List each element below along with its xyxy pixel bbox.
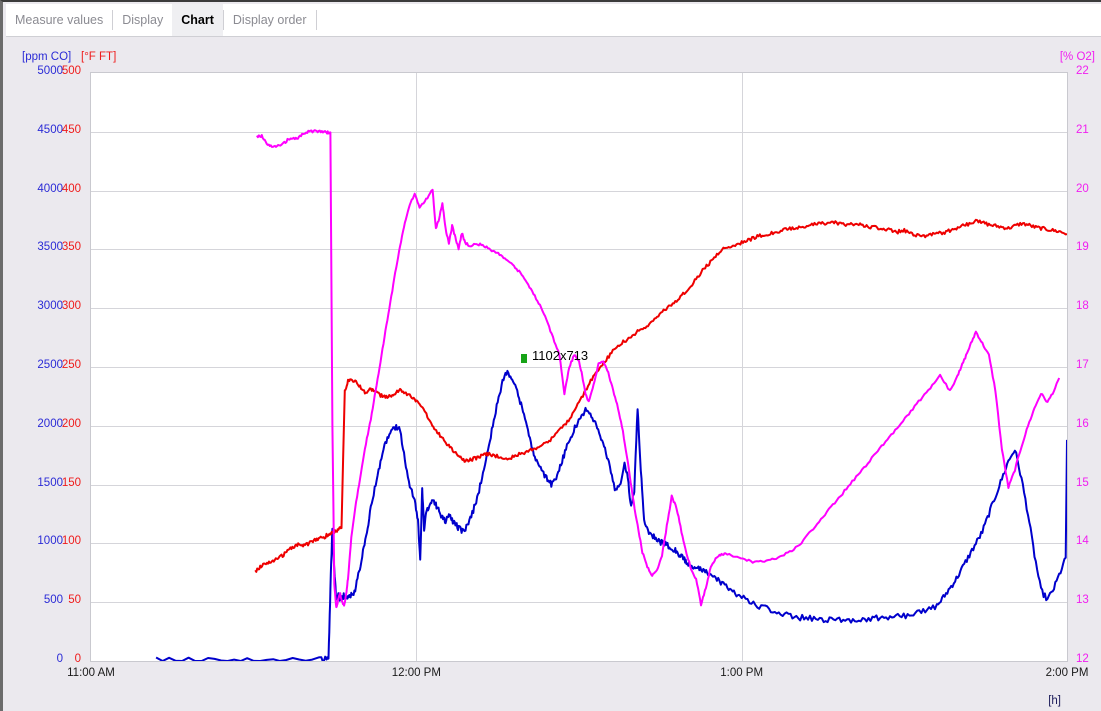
- tick-ft-150: 150: [61, 476, 81, 489]
- tick-o2-18: 18: [1076, 300, 1089, 313]
- tick-o2-21: 21: [1076, 123, 1089, 136]
- tab-label: Chart: [181, 13, 214, 27]
- tick-o2-22: 22: [1076, 65, 1089, 77]
- chart-svg: [91, 73, 1067, 661]
- tick-ft-50: 50: [68, 594, 81, 607]
- series-line-co: [155, 369, 1067, 661]
- tick-o2-14: 14: [1076, 535, 1089, 548]
- tick-time-3: 2:00 PM: [1045, 667, 1089, 679]
- tick-ft-300: 300: [61, 300, 81, 313]
- tick-o2-17: 17: [1076, 359, 1089, 371]
- chart-canvas[interactable]: [90, 72, 1068, 662]
- series-line-ft: [254, 218, 1067, 573]
- chart-window: Measure values Display Chart Display ord…: [0, 0, 1101, 711]
- tick-ft-450: 450: [61, 123, 81, 136]
- tick-ft-400: 400: [61, 182, 81, 195]
- tick-ft-500: 500: [61, 65, 81, 77]
- axis-title-o2: [% O2]: [1059, 51, 1095, 63]
- tick-o2-16: 16: [1076, 417, 1089, 430]
- tab-label: Display order: [232, 13, 307, 27]
- tab-label: Display: [122, 13, 164, 27]
- tick-o2-12: 12: [1076, 653, 1089, 665]
- tick-ft-200: 200: [61, 417, 81, 430]
- tick-time-1: 12:00 PM: [391, 667, 441, 679]
- tick-o2-20: 20: [1076, 182, 1089, 195]
- tick-o2-19: 19: [1076, 241, 1089, 254]
- series-line-o2: [256, 129, 1061, 609]
- tick-time-2: 1:00 PM: [720, 667, 764, 679]
- axis-title-co: [ppm CO]: [22, 51, 72, 63]
- tick-ft-350: 350: [61, 241, 81, 254]
- annotation-label: 1102x713: [532, 348, 589, 363]
- tab-label: Measure values: [15, 13, 104, 27]
- tab-measure-values[interactable]: Measure values: [6, 4, 113, 36]
- tick-o2-15: 15: [1076, 476, 1089, 489]
- tick-ft-250: 250: [61, 359, 81, 371]
- tick-time-0: 11:00 AM: [67, 667, 115, 679]
- tab-bar: Measure values Display Chart Display ord…: [6, 4, 1101, 37]
- chart-plot-area[interactable]: [90, 72, 1068, 662]
- tick-ft-0: 0: [74, 653, 81, 665]
- tick-o2-13: 13: [1076, 594, 1089, 607]
- tab-display[interactable]: Display: [113, 4, 173, 36]
- tab-chart[interactable]: Chart: [172, 4, 223, 36]
- tab-separator: [315, 10, 317, 30]
- grid-lines: [91, 73, 1067, 661]
- axis-title-time: [h]: [1048, 695, 1061, 707]
- annotation-marker: [521, 354, 527, 363]
- tab-display-order[interactable]: Display order: [223, 4, 316, 36]
- axis-title-ft: [°F FT]: [81, 51, 117, 63]
- tick-ft-100: 100: [61, 535, 81, 548]
